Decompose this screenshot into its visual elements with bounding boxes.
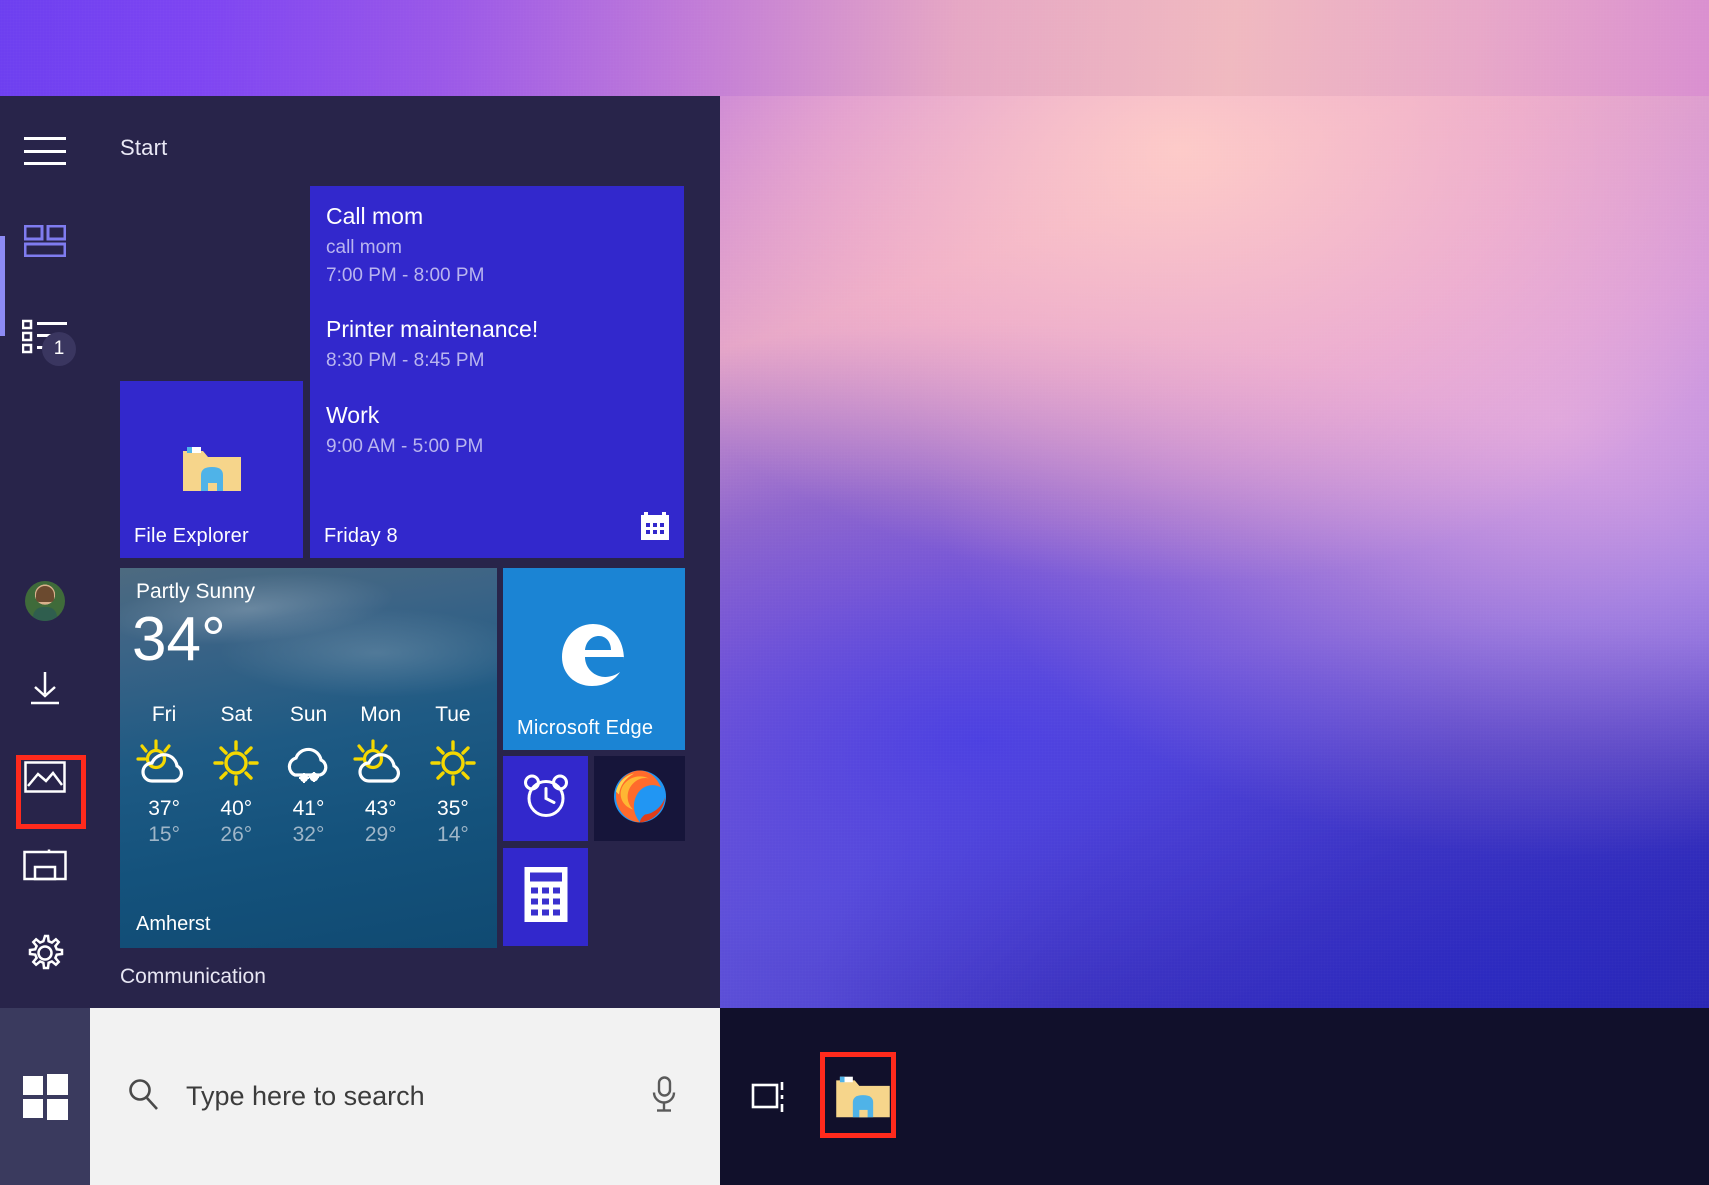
- taskbar: Type here to search: [0, 1008, 1709, 1185]
- event-title: Call mom: [326, 203, 424, 229]
- forecast-day-name: Mon: [360, 703, 402, 726]
- tiles-icon: [24, 225, 66, 257]
- sidebar-item-file-explorer[interactable]: [0, 820, 90, 910]
- event-time: 9:00 AM - 5:00 PM: [326, 435, 484, 457]
- sidebar-item-downloads[interactable]: [0, 644, 90, 734]
- forecast-low: 15°: [148, 823, 180, 846]
- weather-forecast-row: Fri 37° 15° Sat 40° 26° Sun 41° 32° Mon …: [128, 703, 489, 847]
- partly-sunny-icon: [128, 735, 200, 791]
- download-icon: [31, 672, 59, 705]
- documents-badge: 1: [42, 332, 76, 366]
- microphone-icon[interactable]: [650, 1074, 678, 1119]
- event-time: 8:30 PM - 8:45 PM: [326, 350, 485, 372]
- forecast-high: 37°: [148, 797, 180, 820]
- start-menu: 1 Start Call mom call mom 7:00 PM - 8:00…: [0, 96, 720, 1055]
- picture-icon: [24, 761, 66, 793]
- alarm-clock-icon: [520, 770, 572, 827]
- calendar-events: Call mom call mom 7:00 PM - 8:00 PM Prin…: [326, 203, 672, 460]
- tile-calendar[interactable]: Call mom call mom 7:00 PM - 8:00 PM Prin…: [310, 186, 684, 558]
- tile-weather[interactable]: Partly Sunny 34° Fri 37° 15° Sat 40° 26°…: [120, 568, 497, 948]
- event-title: Work: [326, 401, 380, 428]
- tile-calculator[interactable]: [503, 848, 588, 946]
- avatar: [25, 581, 65, 621]
- hamburger-icon: [24, 137, 66, 165]
- tile-file-explorer[interactable]: File Explorer: [120, 381, 303, 558]
- search-icon: [126, 1077, 160, 1116]
- calendar-event: Call mom call mom 7:00 PM - 8:00 PM: [326, 203, 672, 289]
- forecast-day: Mon 43° 29°: [345, 703, 417, 847]
- weather-condition: Partly Sunny: [136, 580, 256, 603]
- forecast-day: Sat 40° 26°: [200, 703, 272, 847]
- search-bar[interactable]: Type here to search: [90, 1008, 720, 1185]
- file-explorer-tile-label: File Explorer: [134, 525, 249, 547]
- forecast-low: 14°: [437, 823, 469, 846]
- sunny-icon: [417, 735, 489, 791]
- windows-logo-icon: [23, 1073, 68, 1120]
- start-button[interactable]: [0, 1008, 90, 1185]
- forecast-high: 40°: [220, 797, 253, 820]
- calendar-event: Printer maintenance! 8:30 PM - 8:45 PM: [326, 316, 672, 375]
- forecast-low: 26°: [220, 823, 253, 846]
- page-title: Start: [120, 135, 168, 160]
- event-detail: call mom: [326, 237, 403, 258]
- sidebar-item-all-apps[interactable]: [0, 196, 90, 286]
- tile-microsoft-edge[interactable]: Microsoft Edge: [503, 568, 685, 750]
- forecast-day: Tue 35° 14°: [417, 703, 489, 847]
- sidebar-item-documents-list[interactable]: 1: [0, 292, 90, 382]
- file-explorer-folder-icon: [181, 443, 243, 500]
- weather-city: Amherst: [136, 913, 211, 935]
- file-explorer-icon: [835, 1076, 890, 1117]
- calendar-icon: [640, 511, 670, 546]
- snow-icon: [272, 735, 344, 791]
- screen: 1 Start Call mom call mom 7:00 PM - 8:00…: [0, 0, 1709, 1185]
- calculator-icon: [523, 866, 569, 929]
- edge-icon: [556, 614, 632, 699]
- forecast-day-name: Tue: [435, 703, 471, 726]
- edge-tile-label: Microsoft Edge: [517, 717, 654, 739]
- calendar-tile-label: Friday 8: [324, 525, 398, 547]
- forecast-day: Sun 41° 32°: [272, 703, 344, 847]
- sidebar-item-pictures[interactable]: [0, 732, 90, 822]
- sunny-icon: [200, 735, 272, 791]
- start-menu-rail: 1: [0, 96, 90, 1055]
- file-explorer-icon: [23, 849, 67, 881]
- forecast-high: 35°: [437, 797, 469, 820]
- forecast-low: 29°: [364, 823, 397, 846]
- calendar-event: Work 9:00 AM - 5:00 PM: [326, 402, 672, 461]
- forecast-low: 32°: [292, 823, 325, 846]
- taskbar-file-explorer-button[interactable]: [820, 1008, 905, 1185]
- forecast-day-name: Sun: [289, 703, 328, 726]
- sidebar-item-hamburger-menu[interactable]: [0, 106, 90, 196]
- start-tiles-area: Start Call mom call mom 7:00 PM - 8:00 P…: [90, 96, 720, 1008]
- partly-sunny-icon: [345, 735, 417, 791]
- firefox-icon: [609, 765, 671, 832]
- forecast-high: 43°: [364, 797, 397, 820]
- forecast-day-name: Fri: [151, 703, 177, 726]
- sidebar-item-settings[interactable]: [0, 908, 90, 998]
- sidebar-item-user-account[interactable]: [0, 556, 90, 646]
- event-title: Printer maintenance!: [326, 316, 539, 343]
- forecast-high: 41°: [292, 797, 325, 820]
- forecast-day: Fri 37° 15°: [128, 703, 200, 847]
- gear-icon: [28, 934, 64, 970]
- task-view-icon: [751, 1081, 783, 1112]
- tile-group-label: Communication: [120, 965, 266, 988]
- weather-current-temp: 34°: [132, 605, 226, 674]
- tile-alarms-clock[interactable]: [503, 756, 588, 841]
- search-input[interactable]: Type here to search: [186, 1081, 425, 1112]
- event-time: 7:00 PM - 8:00 PM: [326, 264, 485, 286]
- wallpaper-top-band: [0, 0, 1709, 96]
- task-view-button[interactable]: [728, 1008, 813, 1185]
- forecast-day-name: Sat: [220, 703, 253, 726]
- tile-firefox[interactable]: [594, 756, 685, 841]
